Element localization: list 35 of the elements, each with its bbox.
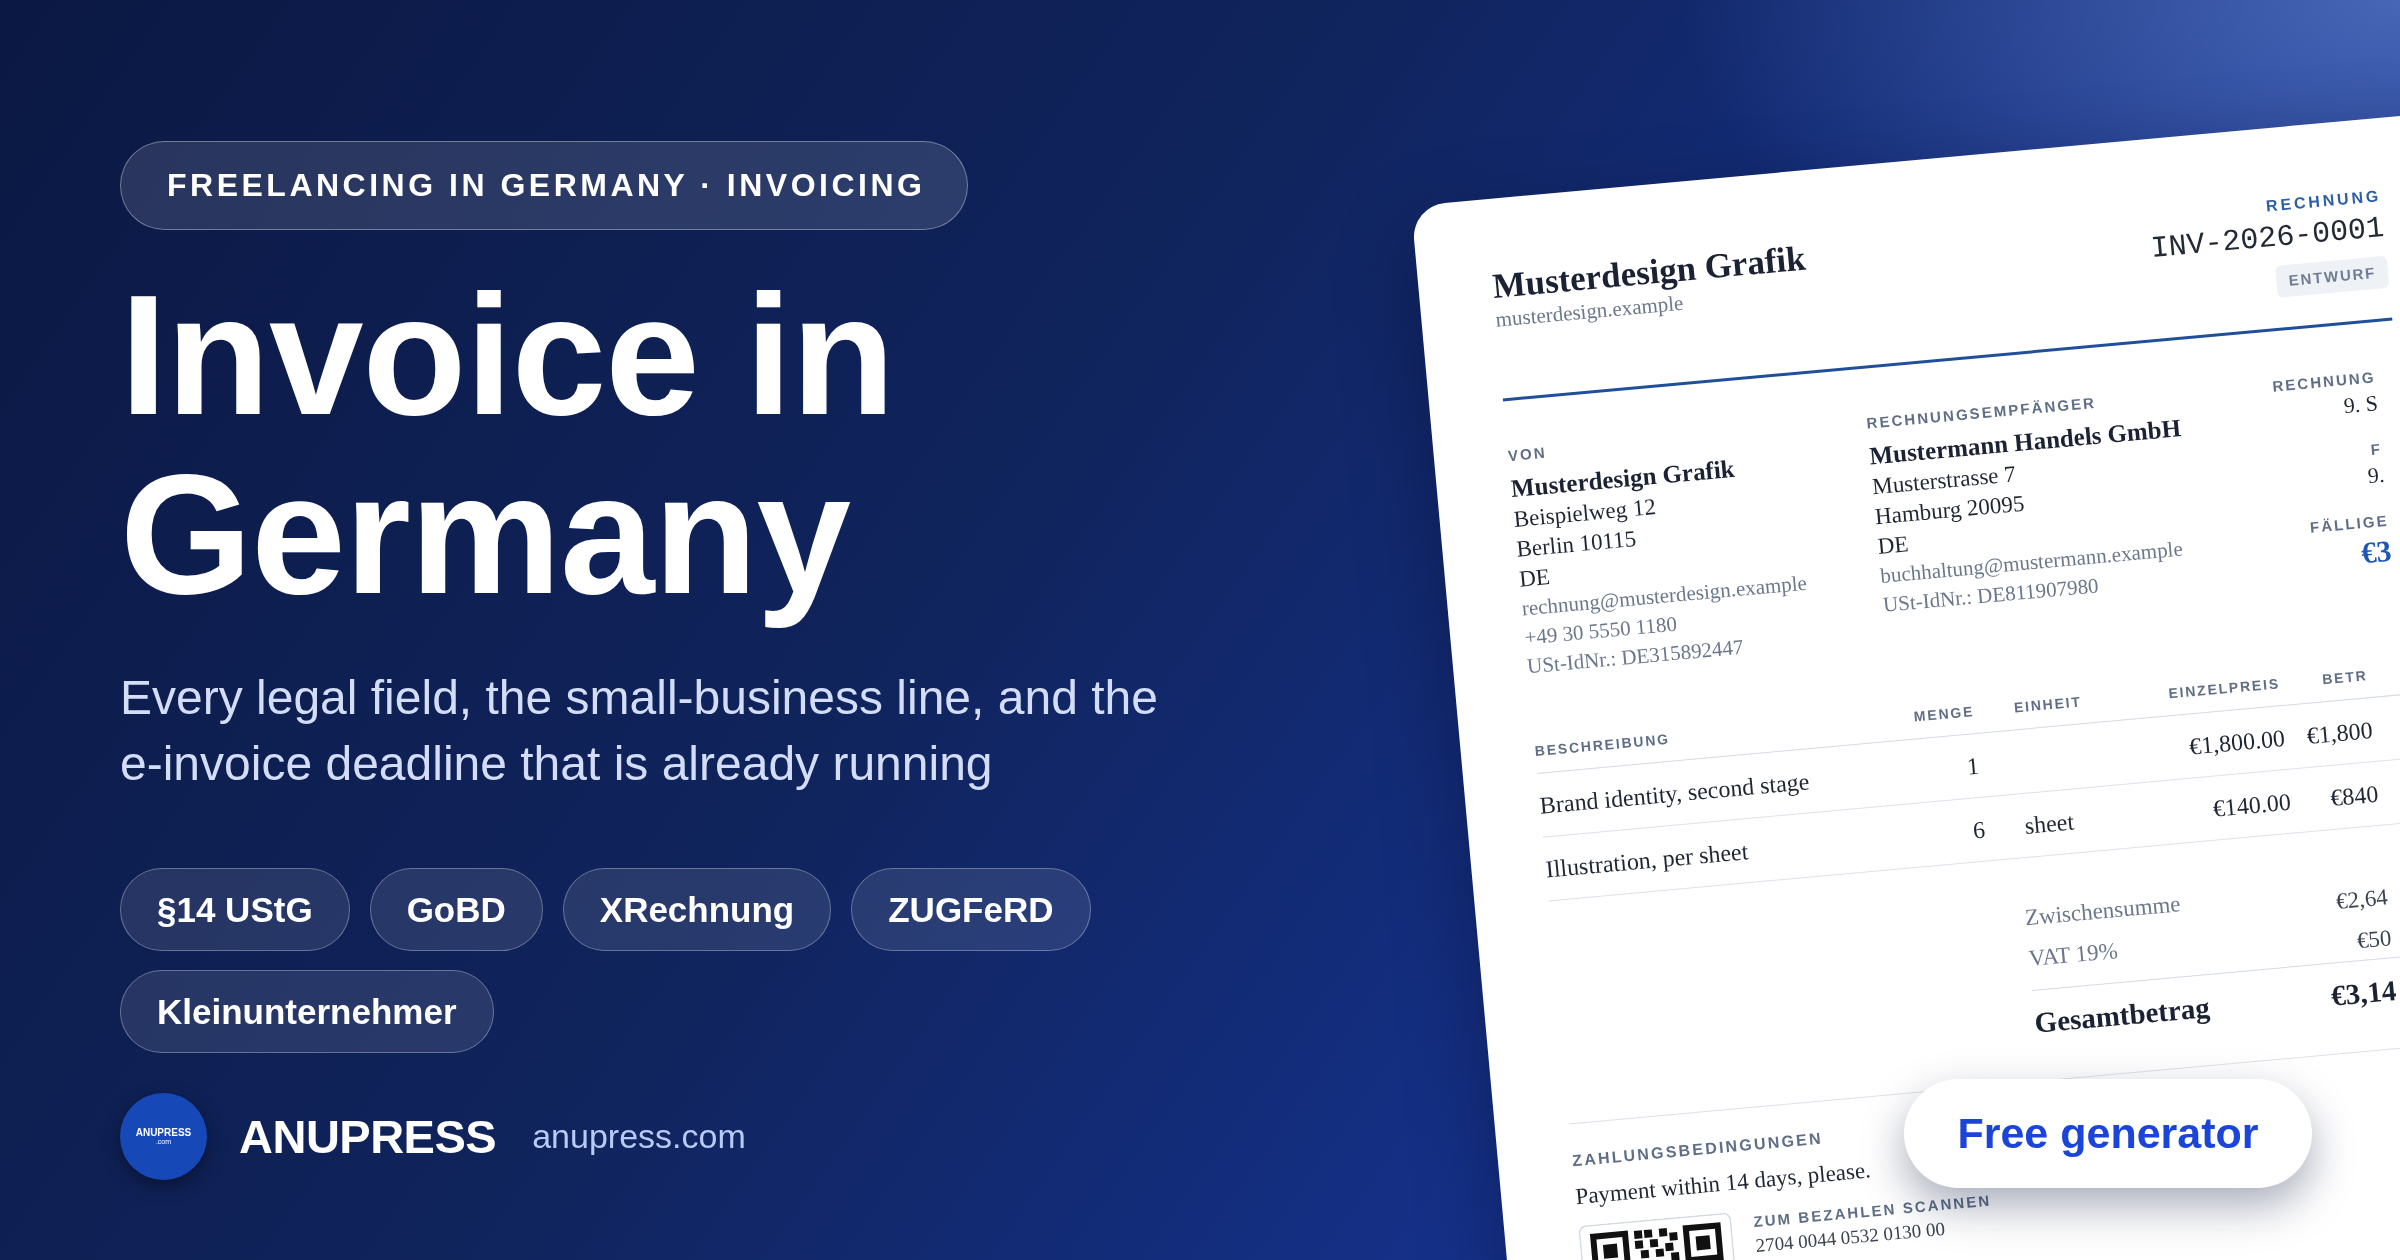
column-header: BETR [2321, 666, 2369, 690]
total-label: VAT 19% [2027, 939, 2119, 972]
table-cell-text: €1,800 [2305, 715, 2374, 751]
generator-button[interactable]: Free generator [1904, 1079, 2312, 1188]
topic-tag: Kleinunternehmer [120, 970, 494, 1053]
table-cell-text: 6 [1971, 815, 1987, 846]
table-cell-text: €840 [2329, 779, 2380, 813]
column-header: BESCHREIBUNG [1534, 729, 1671, 761]
table-cell-text: €1,800.00 [2187, 723, 2287, 762]
topic-tag: §14 UStG [120, 868, 350, 951]
total-value: €3,14 [2329, 973, 2398, 1013]
total-value: €50 [2355, 926, 2393, 954]
website-url: anupress.com [532, 1117, 746, 1156]
total-label: Gesamtbetrag [2033, 990, 2211, 1040]
topic-tag: ZUGFeRD [851, 868, 1091, 951]
logo-text: ANUPRESS [135, 1128, 192, 1138]
subtitle: Every legal field, the small-business line, and the e-invoice deadline that is already running [120, 670, 1159, 792]
column-header: EINZELPREIS [2167, 674, 2281, 704]
table-cell-text: Illustration, per sheet [1544, 836, 1750, 884]
column-header: MENGE [1913, 702, 1975, 727]
total-label: Zwischensumme [2024, 892, 2182, 931]
category-badge: FREELANCING IN GERMANY · INVOICING [120, 141, 969, 230]
table-cell-text: sheet [2023, 807, 2076, 841]
topic-tag: XRechnung [562, 868, 832, 951]
column-header: EINHEIT [2013, 692, 2083, 718]
brand-name: ANUPRESS [239, 1109, 497, 1164]
section-label: VON [1507, 442, 1548, 467]
table-cell-text: €140.00 [2211, 787, 2292, 824]
total-value: €2,64 [2335, 885, 2389, 914]
topic-tag: GoBD [369, 868, 543, 951]
table-cell-text: 1 [1965, 751, 1981, 782]
table-cell-text: Brand identity, second stage [1538, 766, 1811, 821]
status-badge: ENTWURF [2275, 255, 2390, 298]
meta-value: 9. [2366, 460, 2386, 491]
meta-label: F [2369, 439, 2383, 460]
